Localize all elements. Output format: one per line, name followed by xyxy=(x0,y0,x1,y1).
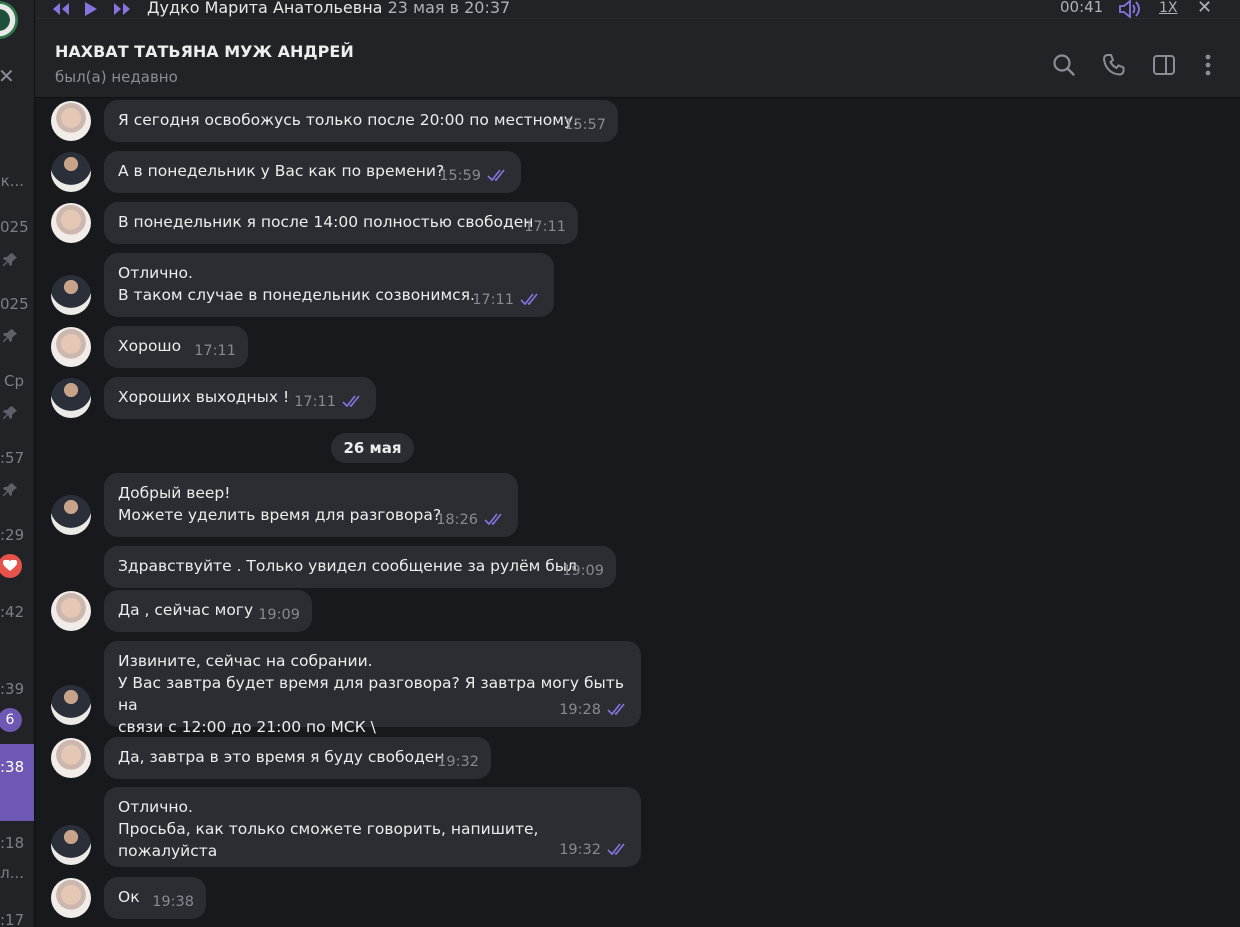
close-search-icon[interactable]: ✕ xyxy=(0,66,15,86)
message-time: 19:32 xyxy=(559,842,601,858)
chat-title[interactable]: НАХВАТ ТАТЬЯНА МУЖ АНДРЕЙ xyxy=(55,42,354,61)
player-elapsed-time: 00:41 xyxy=(1060,0,1104,16)
rewind-icon[interactable] xyxy=(52,0,70,18)
heart-icon xyxy=(0,554,22,578)
chat-list-time: 025 xyxy=(0,218,29,236)
message-bubble[interactable]: Извините, сейчас на собрании. У Вас завт… xyxy=(104,641,641,736)
message-text: В понедельник я после 14:00 полностью св… xyxy=(118,213,534,231)
unread-badge: 6 xyxy=(0,708,22,732)
pin-icon xyxy=(3,406,17,419)
message-bubble[interactable]: Отлично. В таком случае в понедельник со… xyxy=(104,253,554,317)
read-checkmarks-icon xyxy=(520,293,538,306)
own-avatar[interactable] xyxy=(51,378,91,418)
message-bubble[interactable]: Ок 19:38 xyxy=(104,877,206,919)
chat-list-time: :29 xyxy=(0,526,25,544)
message-bubble[interactable]: Я сегодня освобожусь только после 20:00 … xyxy=(104,100,618,142)
contact-avatar[interactable] xyxy=(51,327,91,367)
contact-avatar[interactable] xyxy=(51,591,91,631)
audio-player-bar: Дудко Марита Анатольевна 23 мая в 20:37 … xyxy=(35,0,1240,19)
contact-avatar[interactable] xyxy=(51,878,91,918)
message-bubble[interactable]: Да, завтра в это время я буду свободен 1… xyxy=(104,737,491,779)
message-text: Отлично. Просьба, как только сможете гов… xyxy=(118,798,539,860)
message-bubble[interactable]: Да , сейчас могу 19:09 xyxy=(104,590,312,632)
chat-list-time: :39 xyxy=(0,680,25,698)
message-time: 17:11 xyxy=(524,219,566,235)
message-time: 19:09 xyxy=(562,563,604,579)
contact-avatar[interactable] xyxy=(51,203,91,243)
chat-header: НАХВАТ ТАТЬЯНА МУЖ АНДРЕЙ был(а) недавно xyxy=(35,19,1240,98)
search-icon[interactable] xyxy=(1051,52,1077,78)
chat-list-time: 025 xyxy=(0,295,29,313)
player-track-info[interactable]: Дудко Марита Анатольевна 23 мая в 20:37 xyxy=(147,0,510,17)
chat-list-item-active[interactable]: :38 xyxy=(0,744,34,821)
message-bubble[interactable]: Отлично. Просьба, как только сможете гов… xyxy=(104,787,641,867)
more-menu-icon[interactable] xyxy=(1195,52,1221,78)
message-time: 19:38 xyxy=(152,894,194,910)
message-bubble[interactable]: В понедельник я после 14:00 полностью св… xyxy=(104,202,578,244)
message-text: Да, завтра в это время я буду свободен xyxy=(118,748,445,766)
chat-avatar-partial[interactable] xyxy=(0,1,18,39)
chat-list-time: :42 xyxy=(0,603,25,621)
message-time: 18:26 xyxy=(436,512,478,528)
message-bubble[interactable]: Здравствуйте . Только увидел сообщение з… xyxy=(104,546,616,588)
message-text: Здравствуйте . Только увидел сообщение з… xyxy=(118,557,577,575)
chat-list-edge: ✕ к... 025 025 Ср :57 :29 :42 :39 6 :38 … xyxy=(0,0,34,927)
phone-icon[interactable] xyxy=(1101,52,1127,78)
chat-list-time: :57 xyxy=(0,449,25,467)
read-checkmarks-icon xyxy=(487,169,505,182)
message-bubble[interactable]: Хороших выходных ! 17:11 xyxy=(104,377,376,419)
read-checkmarks-icon xyxy=(607,843,625,856)
player-date: 23 мая в 20:37 xyxy=(387,0,511,17)
message-bubble[interactable]: Хорошо 17:11 xyxy=(104,326,248,368)
message-time: 15:59 xyxy=(439,168,481,184)
message-time: 19:28 xyxy=(559,702,601,718)
chat-list-preview: л... xyxy=(0,864,24,882)
message-text: Извините, сейчас на собрании. У Вас завт… xyxy=(118,652,624,736)
own-avatar[interactable] xyxy=(51,685,91,725)
own-avatar[interactable] xyxy=(51,825,91,865)
chat-list-time: :38 xyxy=(0,758,25,776)
read-checkmarks-icon xyxy=(607,703,625,716)
fast-forward-icon[interactable] xyxy=(113,0,131,18)
message-time: 17:11 xyxy=(472,292,514,308)
read-checkmarks-icon xyxy=(342,395,360,408)
chat-list-time: к... xyxy=(0,172,24,190)
contact-avatar[interactable] xyxy=(51,738,91,778)
chat-status: был(а) недавно xyxy=(55,68,178,86)
message-bubble[interactable]: Добрый веер! Можете уделить время для ра… xyxy=(104,473,518,537)
contact-avatar[interactable] xyxy=(51,101,91,141)
message-time: 19:09 xyxy=(258,607,300,623)
own-avatar[interactable] xyxy=(51,152,91,192)
message-time: 19:32 xyxy=(437,754,479,770)
chat-list-time: :18 xyxy=(0,834,25,852)
message-time: 17:11 xyxy=(294,394,336,410)
message-list: Я сегодня освобожусь только после 20:00 … xyxy=(35,98,1240,927)
chat-list-time: :17 xyxy=(0,911,25,927)
player-author: Дудко Марита Анатольевна xyxy=(147,0,383,17)
chat-list-time: Ср xyxy=(4,372,24,390)
message-bubble[interactable]: А в понедельник у Вас как по времени? 15… xyxy=(104,151,521,193)
pin-icon xyxy=(3,483,17,496)
own-avatar[interactable] xyxy=(51,495,91,535)
playback-speed-button[interactable]: 1X xyxy=(1159,0,1178,16)
date-separator: 26 мая xyxy=(331,433,414,463)
play-icon[interactable] xyxy=(83,0,97,18)
close-player-icon[interactable]: ✕ xyxy=(1197,0,1212,18)
sidebar-toggle-icon[interactable] xyxy=(1151,52,1177,78)
volume-icon[interactable] xyxy=(1118,0,1142,18)
message-time: 17:11 xyxy=(194,343,236,359)
read-checkmarks-icon xyxy=(484,513,502,526)
pin-icon xyxy=(3,253,17,266)
message-time: 15:57 xyxy=(564,117,606,133)
pin-icon xyxy=(3,329,17,342)
own-avatar[interactable] xyxy=(51,275,91,315)
message-text: Я сегодня освобожусь только после 20:00 … xyxy=(118,111,579,129)
